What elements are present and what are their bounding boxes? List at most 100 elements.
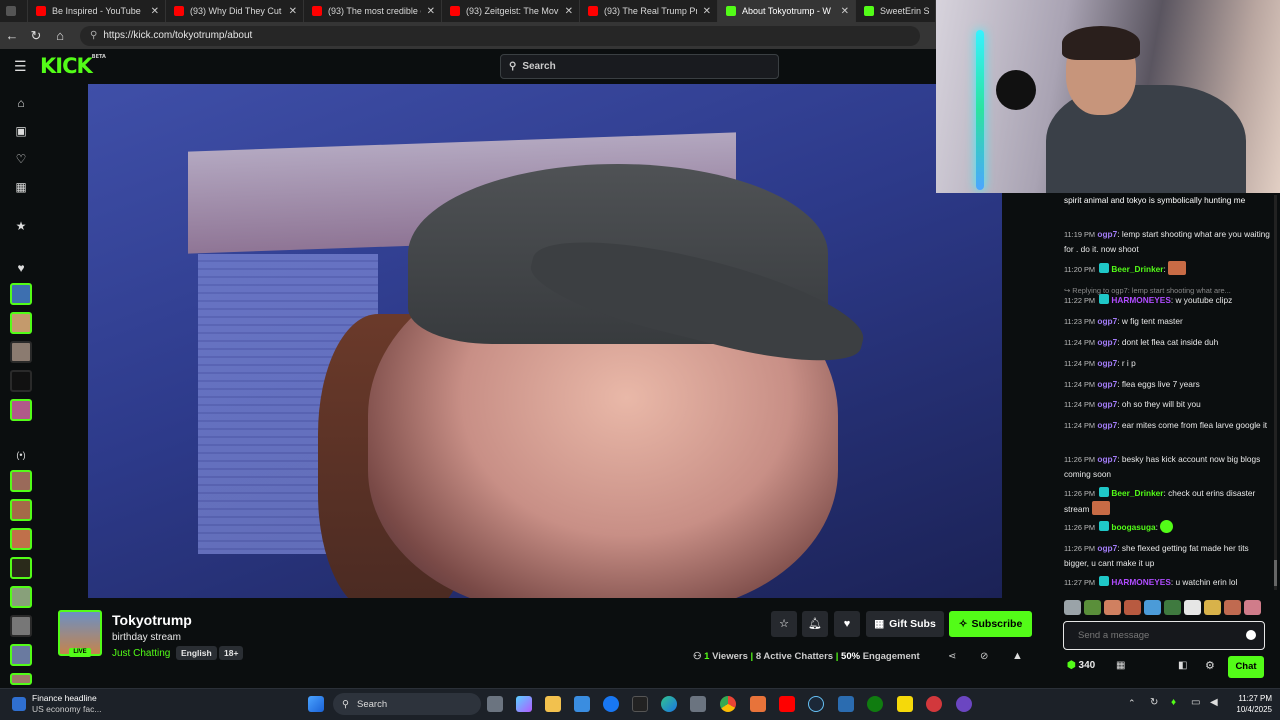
reload-icon[interactable]: ↻	[24, 28, 48, 44]
gift-subs-button[interactable]: ▦ Gift Subs	[866, 611, 944, 637]
search-input[interactable]: ⚲ Search	[500, 54, 779, 79]
home-icon[interactable]: ⌂	[12, 94, 30, 112]
chat-username[interactable]: ogp7	[1097, 543, 1117, 553]
chat-scroll-thumb[interactable]	[1274, 560, 1277, 586]
tab-close-icon[interactable]: ✕	[841, 6, 849, 17]
app-icon[interactable]	[838, 696, 854, 712]
chat-username[interactable]: ogp7	[1097, 420, 1117, 430]
quick-emote[interactable]	[1144, 600, 1161, 615]
notification-bell-button[interactable]: 🔔︎	[802, 611, 828, 637]
chat-username[interactable]: ogp7	[1097, 337, 1117, 347]
browser-tab[interactable]: (93) Why Did They Cut Dow ✕	[166, 0, 304, 22]
recommended-channel-avatar[interactable]	[10, 470, 32, 492]
tab-close-icon[interactable]: ✕	[427, 6, 435, 17]
followed-channel-avatar[interactable]	[10, 341, 32, 363]
favorite-star-button[interactable]: ☆	[771, 611, 797, 637]
recommended-channel-avatar[interactable]	[10, 615, 32, 637]
taskbar-clock[interactable]: 11:27 PM 10/4/2025	[1228, 693, 1272, 715]
chrome-icon[interactable]	[720, 696, 736, 712]
quick-emote[interactable]	[1224, 600, 1241, 615]
tab-overview-icon[interactable]	[0, 0, 28, 22]
stream-category[interactable]: Just Chatting	[112, 648, 170, 659]
tray-mic-icon[interactable]: ♦	[1171, 697, 1176, 708]
task-view-icon[interactable]	[487, 696, 503, 712]
app-icon[interactable]	[926, 696, 942, 712]
tray-chevron-icon[interactable]: ⌃	[1128, 698, 1136, 709]
chat-send-button[interactable]: Chat	[1228, 656, 1264, 678]
star-icon[interactable]: ★	[12, 217, 30, 235]
start-icon[interactable]	[308, 696, 324, 712]
site-logo[interactable]: KICKBETA	[40, 54, 106, 78]
hide-icon[interactable]: ⊘	[980, 651, 988, 662]
amazon-icon[interactable]	[632, 696, 648, 712]
youtube-icon[interactable]	[779, 696, 795, 712]
settings-icon[interactable]: ⚙	[1205, 659, 1215, 672]
emoji-picker-icon[interactable]	[1246, 630, 1256, 640]
tab-close-icon[interactable]: ✕	[151, 6, 159, 17]
url-field[interactable]: ⚲ https://kick.com/tokyotrump/about	[80, 25, 920, 46]
xbox-icon[interactable]	[867, 696, 883, 712]
obs-icon[interactable]	[956, 696, 972, 712]
following-icon[interactable]: ▣	[12, 122, 30, 140]
home-icon[interactable]: ⌂	[48, 28, 72, 43]
facebook-icon[interactable]	[603, 696, 619, 712]
recommended-channel-avatar[interactable]	[10, 528, 32, 550]
followed-channel-avatar[interactable]	[10, 312, 32, 334]
heart-icon[interactable]: ♡	[12, 150, 30, 168]
chat-username[interactable]: boogasuga	[1111, 522, 1155, 532]
browser-tab[interactable]: (93) The most credible case ✕	[304, 0, 442, 22]
chat-username[interactable]: ogp7	[1097, 379, 1117, 389]
quick-emote[interactable]	[1204, 600, 1221, 615]
chat-scrollbar[interactable]	[1274, 195, 1277, 590]
live-icon[interactable]: (•)	[12, 446, 30, 464]
tray-volume-icon[interactable]: ◀	[1210, 697, 1218, 708]
chat-input[interactable]: Send a message	[1063, 621, 1265, 650]
share-icon[interactable]: ⋖	[948, 651, 956, 662]
copilot-icon[interactable]	[516, 696, 532, 712]
bookmark-icon[interactable]: ◧	[1178, 660, 1187, 671]
quick-emote[interactable]	[1164, 600, 1181, 615]
back-icon[interactable]: ←	[0, 28, 24, 43]
chat-username[interactable]: Beer_Drinker	[1111, 264, 1163, 274]
browser-tab[interactable]: About Tokyotrump - W ✕	[718, 0, 856, 22]
recommended-channel-avatar[interactable]	[10, 586, 32, 608]
news-widget[interactable]: Finance headline US economy fac...	[12, 693, 101, 715]
followed-channel-avatar[interactable]	[10, 370, 32, 392]
calculator-icon[interactable]	[690, 696, 706, 712]
steam-icon[interactable]	[808, 696, 824, 712]
vlc-icon[interactable]	[750, 696, 766, 712]
channel-points[interactable]: ⬢ 340	[1067, 660, 1095, 671]
chat-username[interactable]: Beer_Drinker	[1111, 488, 1163, 498]
quick-emote[interactable]	[1104, 600, 1121, 615]
quick-emote[interactable]	[1064, 600, 1081, 615]
chat-username[interactable]: ogp7	[1097, 229, 1117, 239]
chat-username[interactable]: ogp7	[1097, 316, 1117, 326]
heart-icon[interactable]: ♥	[12, 259, 30, 277]
chat-username[interactable]: HARMONEYES	[1111, 577, 1170, 587]
recommended-channel-avatar[interactable]	[10, 644, 32, 666]
chat-username[interactable]: ogp7	[1097, 454, 1117, 464]
recommended-channel-avatar[interactable]	[10, 673, 32, 685]
edge-icon[interactable]	[661, 696, 677, 712]
video-player[interactable]	[88, 84, 1002, 598]
recommended-channel-avatar[interactable]	[10, 557, 32, 579]
browser-tab[interactable]: Be Inspired - YouTube ✕	[28, 0, 166, 22]
followed-channel-avatar[interactable]	[10, 283, 32, 305]
chat-username[interactable]: HARMONEYES	[1111, 295, 1170, 305]
follow-heart-button[interactable]: ♥	[834, 611, 860, 637]
quick-emote[interactable]	[1124, 600, 1141, 615]
tab-close-icon[interactable]: ✕	[703, 6, 711, 17]
quick-emote[interactable]	[1184, 600, 1201, 615]
tab-close-icon[interactable]: ✕	[565, 6, 573, 17]
browse-icon[interactable]: ▦	[12, 178, 30, 196]
tray-monitor-icon[interactable]: ▭	[1191, 697, 1200, 708]
tag-language[interactable]: English	[176, 646, 217, 660]
tab-close-icon[interactable]: ✕	[289, 6, 297, 17]
tag-age[interactable]: 18+	[219, 646, 244, 660]
chat-username[interactable]: ogp7	[1097, 358, 1117, 368]
taskbar-search[interactable]: ⚲ Search	[333, 693, 481, 715]
sticky-notes-icon[interactable]	[897, 696, 913, 712]
tray-sync-icon[interactable]: ↻	[1150, 697, 1158, 708]
store-icon[interactable]	[574, 696, 590, 712]
report-icon[interactable]: ▲	[1012, 650, 1023, 662]
